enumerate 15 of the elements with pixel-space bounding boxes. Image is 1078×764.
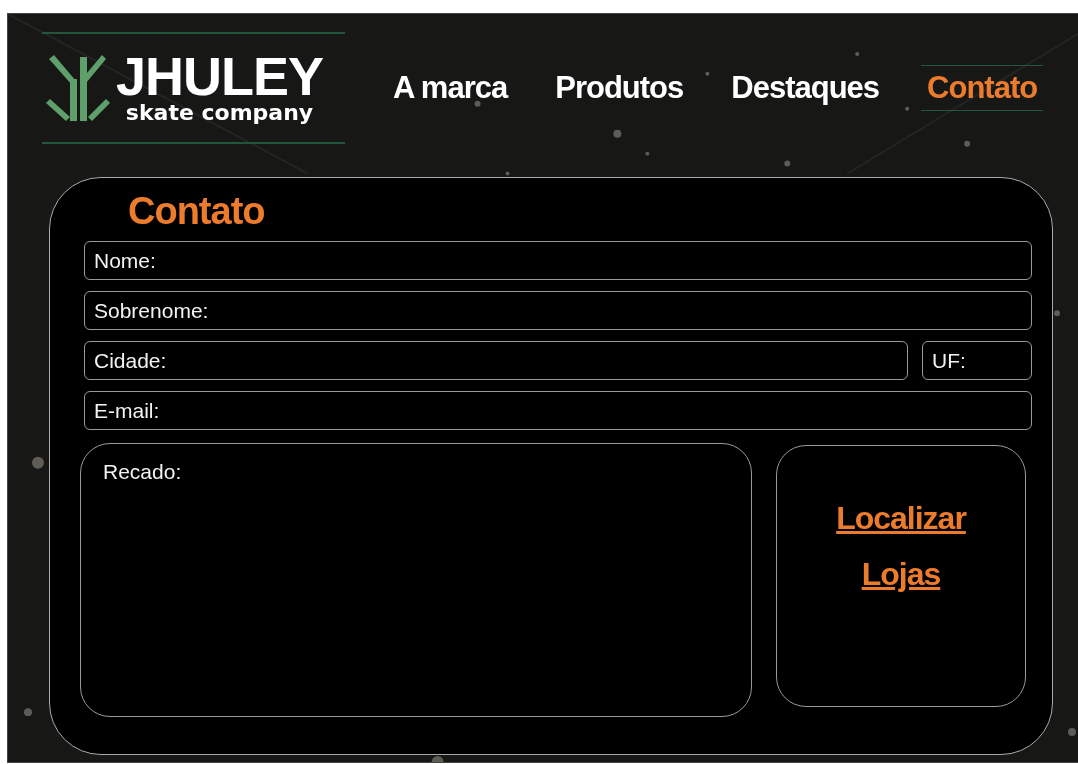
input-field[interactable]: UF:	[922, 341, 1032, 380]
input-field[interactable]: E-mail:	[84, 391, 1032, 430]
store-link[interactable]: Localizar Lojas	[836, 490, 966, 602]
input-field[interactable]: Nome:	[84, 241, 1032, 280]
form-title: Contato	[128, 190, 266, 233]
input-field[interactable]: Sobrenome:	[84, 291, 1032, 330]
nav-link[interactable]: A marca	[387, 65, 514, 111]
message-field[interactable]: Recado:	[80, 443, 752, 717]
nav-link[interactable]: Contato	[921, 65, 1044, 111]
brand-name: JHULEY	[116, 51, 324, 101]
nav-link[interactable]: Destaques	[725, 65, 886, 111]
brand-tagline: skate company	[125, 101, 314, 125]
nav-link[interactable]: Produtos	[549, 65, 690, 111]
skater-logo-icon	[46, 53, 112, 123]
input-field[interactable]: Cidade:	[84, 341, 908, 380]
